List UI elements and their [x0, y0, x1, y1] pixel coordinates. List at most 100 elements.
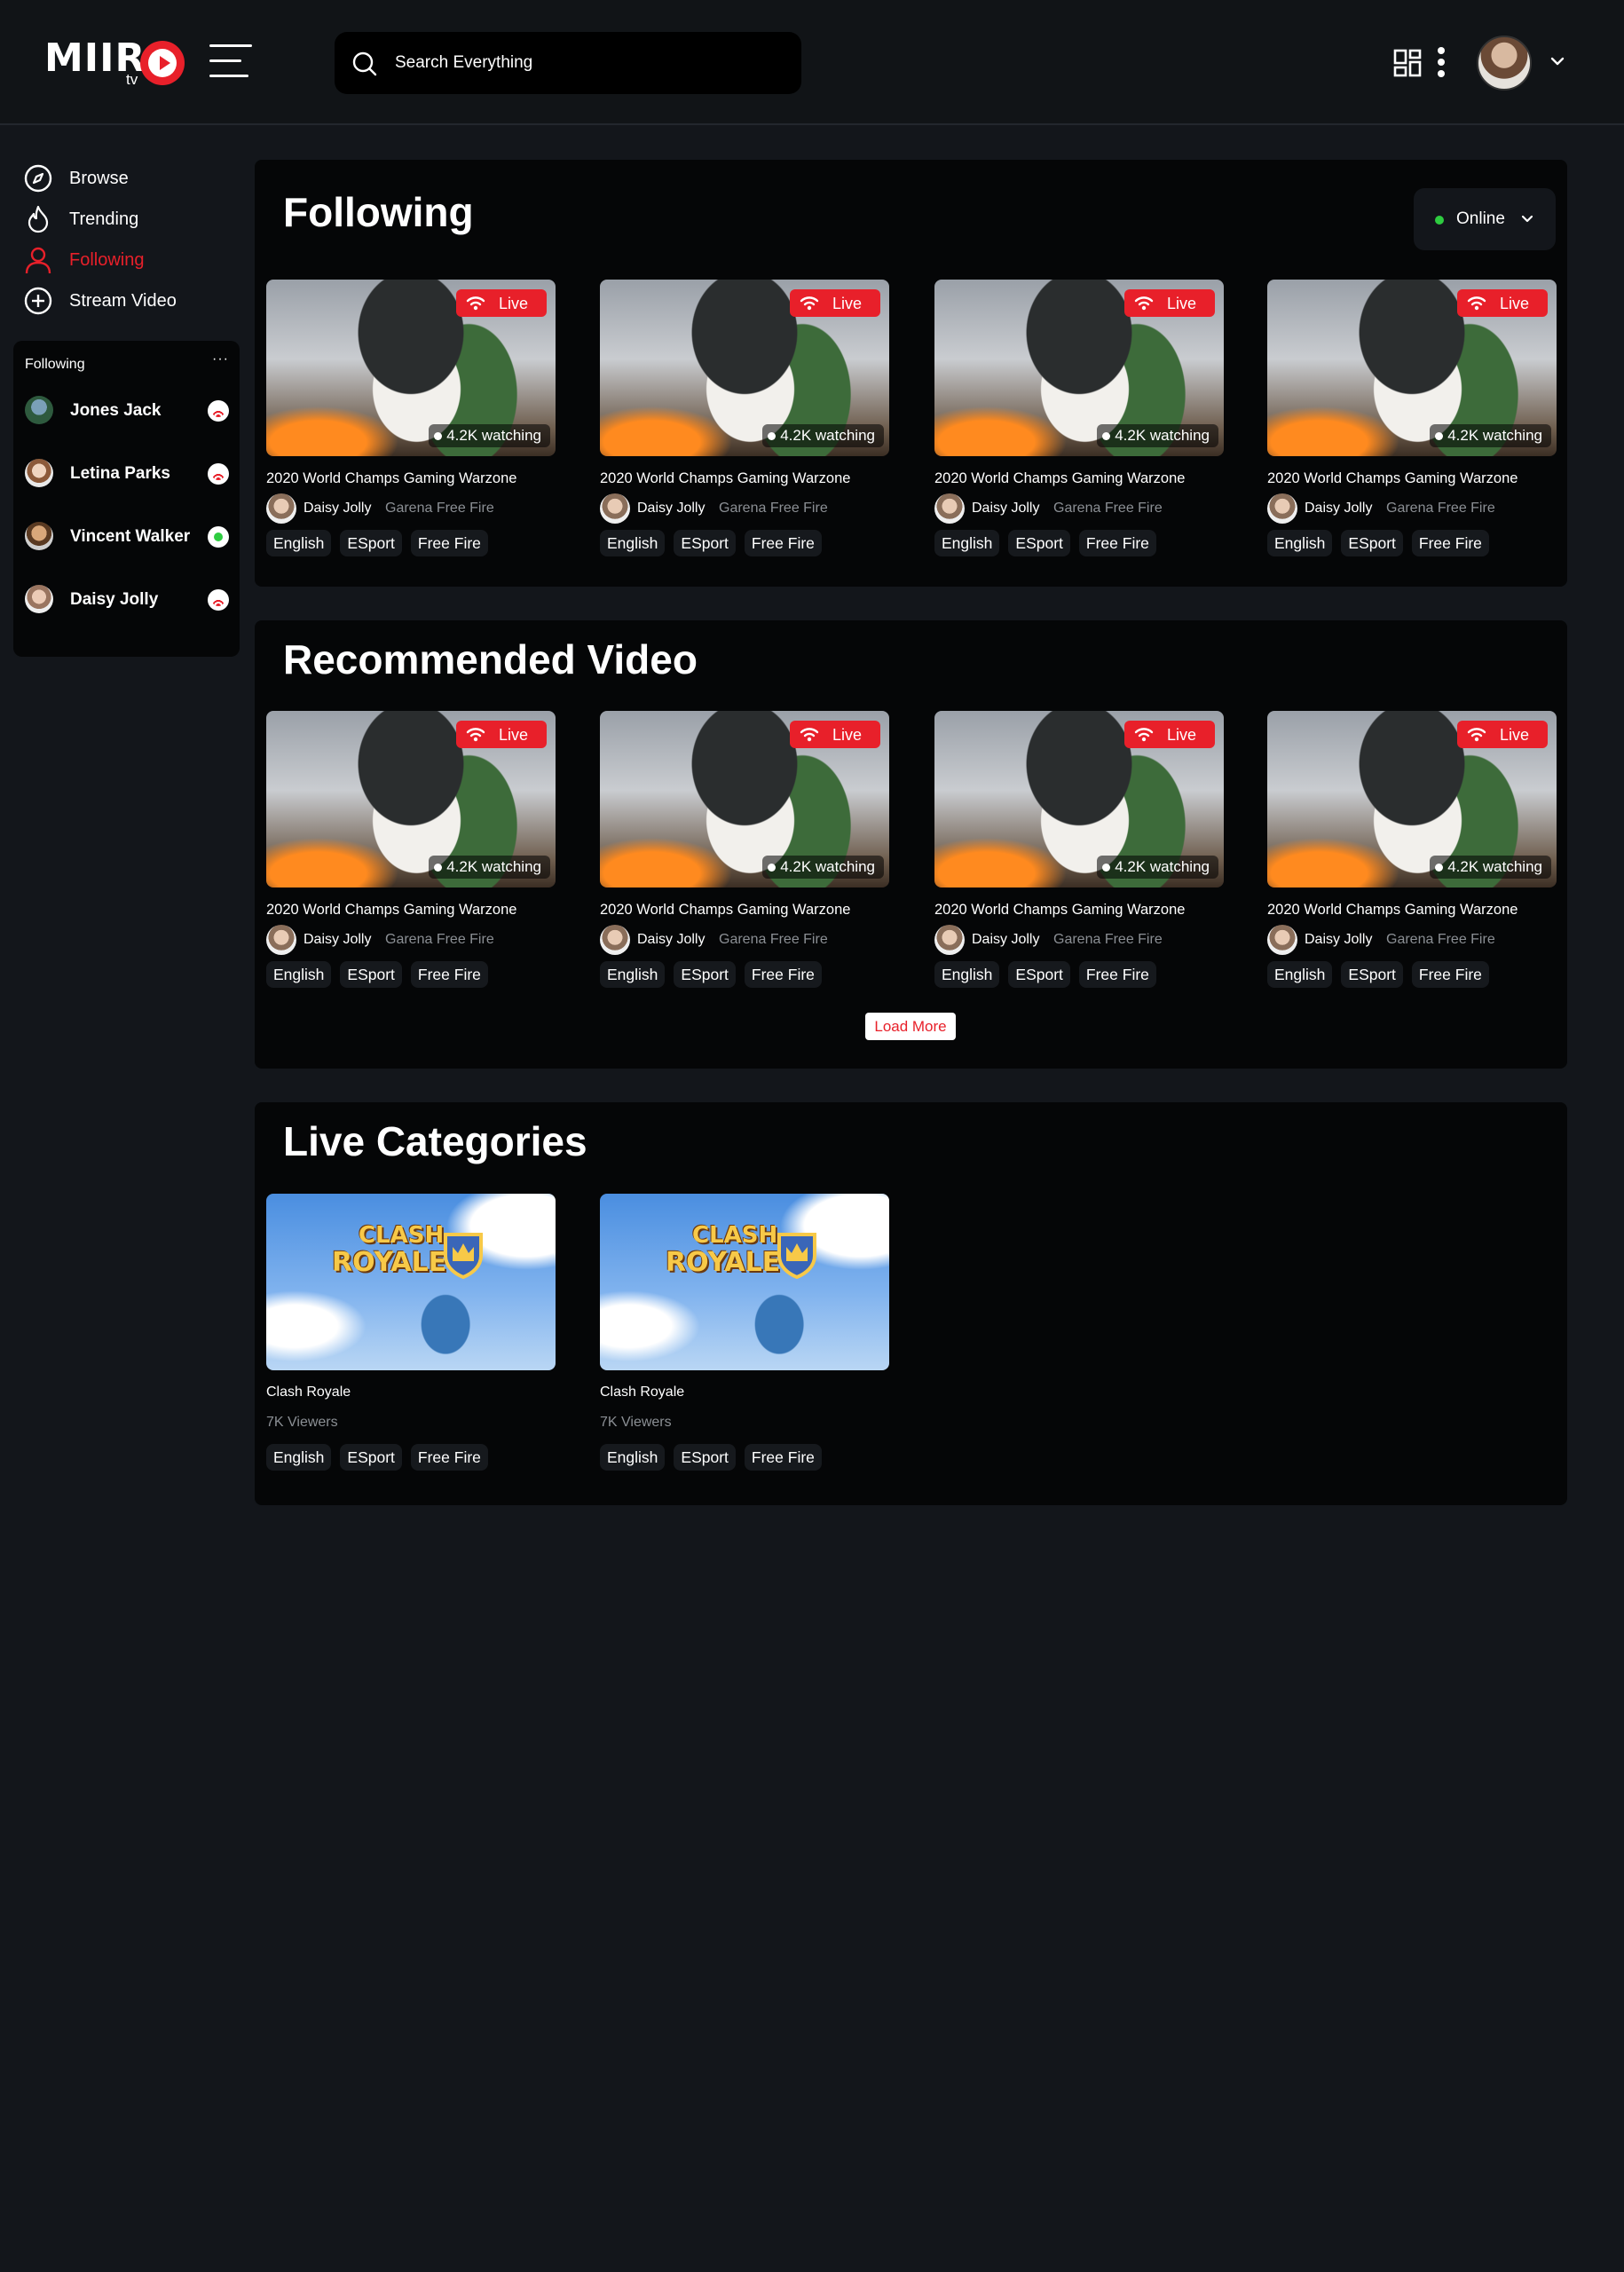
tag-list: English ESport Free Fire	[600, 530, 822, 556]
more-icon[interactable]: ···	[212, 351, 229, 367]
tag[interactable]: English	[266, 961, 332, 988]
following-user-row[interactable]: Vincent Walker	[25, 518, 231, 554]
stream-thumbnail[interactable]: Live 4.2K watching	[1267, 711, 1557, 888]
tag[interactable]: Free Fire	[744, 961, 822, 988]
tag-list: English ESport Free Fire	[1267, 961, 1489, 988]
stream-title[interactable]: 2020 World Champs Gaming Warzone	[266, 902, 516, 919]
category-thumbnail[interactable]: CLASH ROYALE	[266, 1194, 556, 1370]
tag[interactable]: English	[266, 1444, 332, 1471]
following-user-row[interactable]: Jones Jack	[25, 392, 231, 428]
stream-title[interactable]: 2020 World Champs Gaming Warzone	[1267, 470, 1518, 487]
category-thumbnail[interactable]: CLASH ROYALE	[600, 1194, 889, 1370]
chevron-down-icon[interactable]	[1549, 53, 1565, 69]
tag[interactable]: ESport	[340, 1444, 402, 1471]
tag[interactable]: English	[1267, 961, 1333, 988]
tag[interactable]: ESport	[340, 530, 402, 556]
game-name: Garena Free Fire	[1053, 932, 1163, 947]
stream-title[interactable]: 2020 World Champs Gaming Warzone	[600, 470, 850, 487]
streamer-name[interactable]: Daisy Jolly	[304, 932, 371, 948]
stream-thumbnail[interactable]: Live 4.2K watching	[600, 711, 889, 888]
stream-thumbnail[interactable]: Live 4.2K watching	[266, 280, 556, 456]
following-user-row[interactable]: Daisy Jolly	[25, 581, 231, 617]
tag[interactable]: ESport	[674, 530, 736, 556]
live-status-icon	[208, 400, 229, 422]
crown-shield-icon	[777, 1233, 816, 1279]
stream-thumbnail[interactable]: Live 4.2K watching	[1267, 280, 1557, 456]
category-title[interactable]: Clash Royale	[600, 1384, 684, 1400]
streamer-name[interactable]: Daisy Jolly	[304, 501, 371, 517]
streamer-name[interactable]: Daisy Jolly	[972, 932, 1039, 948]
live-badge: Live	[790, 721, 880, 748]
load-more-button[interactable]: Load More	[865, 1013, 956, 1040]
tag[interactable]: Free Fire	[1078, 530, 1156, 556]
tag[interactable]: English	[600, 1444, 666, 1471]
live-label: Live	[499, 726, 529, 744]
following-user-row[interactable]: Letina Parks	[25, 455, 231, 491]
tag[interactable]: ESport	[674, 961, 736, 988]
sidebar-item-trending[interactable]: Trending	[23, 199, 236, 240]
streamer-name[interactable]: Daisy Jolly	[1305, 932, 1372, 948]
game-name: Garena Free Fire	[719, 932, 828, 947]
category-title[interactable]: Clash Royale	[266, 1384, 351, 1400]
tag[interactable]: Free Fire	[744, 1444, 822, 1471]
sidebar-nav: Browse Trending Following Stream Video	[23, 158, 236, 321]
game-name: Garena Free Fire	[385, 932, 494, 947]
logo-suffix: tv	[126, 71, 138, 88]
tag[interactable]: ESport	[674, 1444, 736, 1471]
hamburger-menu-icon[interactable]	[209, 44, 252, 78]
stream-title[interactable]: 2020 World Champs Gaming Warzone	[266, 470, 516, 487]
live-label: Live	[1500, 726, 1530, 744]
stream-thumbnail[interactable]: Live 4.2K watching	[600, 280, 889, 456]
live-status-icon	[208, 589, 229, 611]
broadcast-icon	[1134, 728, 1154, 742]
search-bar	[335, 32, 801, 94]
tag[interactable]: Free Fire	[1411, 961, 1489, 988]
stream-thumbnail[interactable]: Live 4.2K watching	[934, 280, 1224, 456]
tag[interactable]: Free Fire	[1411, 530, 1489, 556]
tag[interactable]: Free Fire	[744, 530, 822, 556]
tag[interactable]: ESport	[1008, 530, 1070, 556]
dashboard-grid-icon[interactable]	[1393, 49, 1422, 77]
tag[interactable]: English	[1267, 530, 1333, 556]
streamer-name[interactable]: Daisy Jolly	[637, 501, 705, 517]
stream-title[interactable]: 2020 World Champs Gaming Warzone	[1267, 902, 1518, 919]
stream-thumbnail[interactable]: Live 4.2K watching	[934, 711, 1224, 888]
sidebar-item-browse[interactable]: Browse	[23, 158, 236, 199]
more-options-icon[interactable]	[1432, 44, 1450, 80]
tag[interactable]: Free Fire	[410, 530, 488, 556]
stream-title[interactable]: 2020 World Champs Gaming Warzone	[934, 470, 1185, 487]
live-badge: Live	[1457, 289, 1548, 317]
following-section: Following Online Live 4.2K watching 2020…	[255, 160, 1567, 587]
watching-count: 4.2K watching	[1430, 424, 1551, 447]
tag[interactable]: Free Fire	[410, 961, 488, 988]
status-filter-dropdown[interactable]: Online	[1414, 188, 1556, 250]
tag[interactable]: English	[600, 530, 666, 556]
streamer-name[interactable]: Daisy Jolly	[972, 501, 1039, 517]
sidebar-item-stream-video[interactable]: Stream Video	[23, 280, 236, 321]
watching-count: 4.2K watching	[762, 424, 884, 447]
tag[interactable]: ESport	[1008, 961, 1070, 988]
tag[interactable]: English	[266, 530, 332, 556]
stream-thumbnail[interactable]: Live 4.2K watching	[266, 711, 556, 888]
tag[interactable]: Free Fire	[410, 1444, 488, 1471]
streamer-name[interactable]: Daisy Jolly	[1305, 501, 1372, 517]
tag[interactable]: ESport	[1341, 961, 1403, 988]
profile-avatar[interactable]	[1477, 36, 1532, 91]
tag[interactable]: English	[934, 961, 1000, 988]
tag[interactable]: Free Fire	[1078, 961, 1156, 988]
tag[interactable]: ESport	[1341, 530, 1403, 556]
section-title: Recommended Video	[283, 636, 698, 682]
stream-title[interactable]: 2020 World Champs Gaming Warzone	[600, 902, 850, 919]
section-title: Live Categories	[283, 1118, 587, 1164]
broadcast-icon	[1134, 296, 1154, 311]
streamer-name[interactable]: Daisy Jolly	[637, 932, 705, 948]
broadcast-icon	[800, 296, 819, 311]
tag-list: English ESport Free Fire	[266, 1444, 488, 1471]
tag[interactable]: English	[600, 961, 666, 988]
search-input[interactable]	[395, 32, 785, 94]
tag[interactable]: English	[934, 530, 1000, 556]
tag[interactable]: ESport	[340, 961, 402, 988]
sidebar-item-following[interactable]: Following	[23, 240, 236, 280]
stream-title[interactable]: 2020 World Champs Gaming Warzone	[934, 902, 1185, 919]
avatar	[1267, 925, 1297, 955]
